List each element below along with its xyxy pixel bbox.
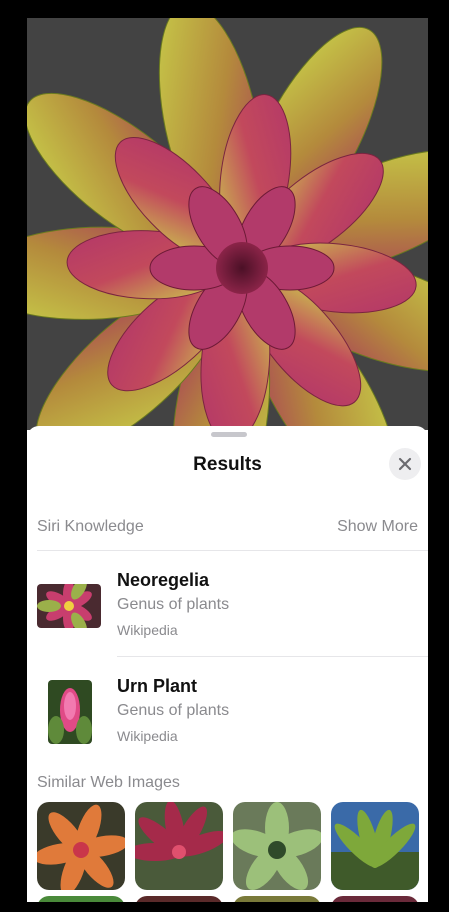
siri-knowledge-header: Siri Knowledge Show More — [37, 514, 418, 540]
similar-image-tile[interactable] — [331, 802, 419, 890]
close-button[interactable] — [389, 448, 421, 480]
result-neoregelia[interactable]: Neoregelia Genus of plants Wikipedia — [27, 552, 428, 652]
sheet-title: Results — [193, 454, 262, 475]
similar-image-tile[interactable] — [331, 896, 419, 902]
sheet-grabber[interactable] — [211, 432, 247, 437]
show-more-link[interactable]: Show More — [337, 518, 418, 536]
result-name: Urn Plant — [117, 676, 198, 696]
result-source: Wikipedia — [117, 728, 178, 744]
similar-image-tile[interactable] — [37, 896, 125, 902]
result-source: Wikipedia — [117, 622, 178, 638]
result-description: Genus of plants — [117, 596, 230, 613]
similar-image-tile[interactable] — [135, 802, 223, 890]
result-thumbnail — [48, 680, 92, 744]
divider — [117, 656, 428, 657]
similar-web-images-label: Similar Web Images — [37, 774, 180, 791]
similar-image-tile[interactable] — [37, 802, 125, 890]
results-sheet: Results Siri Knowledge Show More Neorege… — [27, 426, 428, 902]
similar-image-tile[interactable] — [135, 896, 223, 902]
similar-image-tile[interactable] — [233, 802, 321, 890]
result-thumbnail — [37, 584, 101, 628]
result-name: Neoregelia — [117, 570, 210, 590]
divider — [37, 550, 428, 551]
siri-knowledge-label: Siri Knowledge — [37, 518, 144, 535]
phone-screen: Results Siri Knowledge Show More Neorege… — [27, 18, 428, 902]
close-icon — [398, 457, 412, 471]
similar-image-tile[interactable] — [233, 896, 321, 902]
plant-photo[interactable] — [27, 18, 428, 430]
result-urn-plant[interactable]: Urn Plant Genus of plants Wikipedia — [27, 658, 428, 758]
result-description: Genus of plants — [117, 702, 230, 719]
